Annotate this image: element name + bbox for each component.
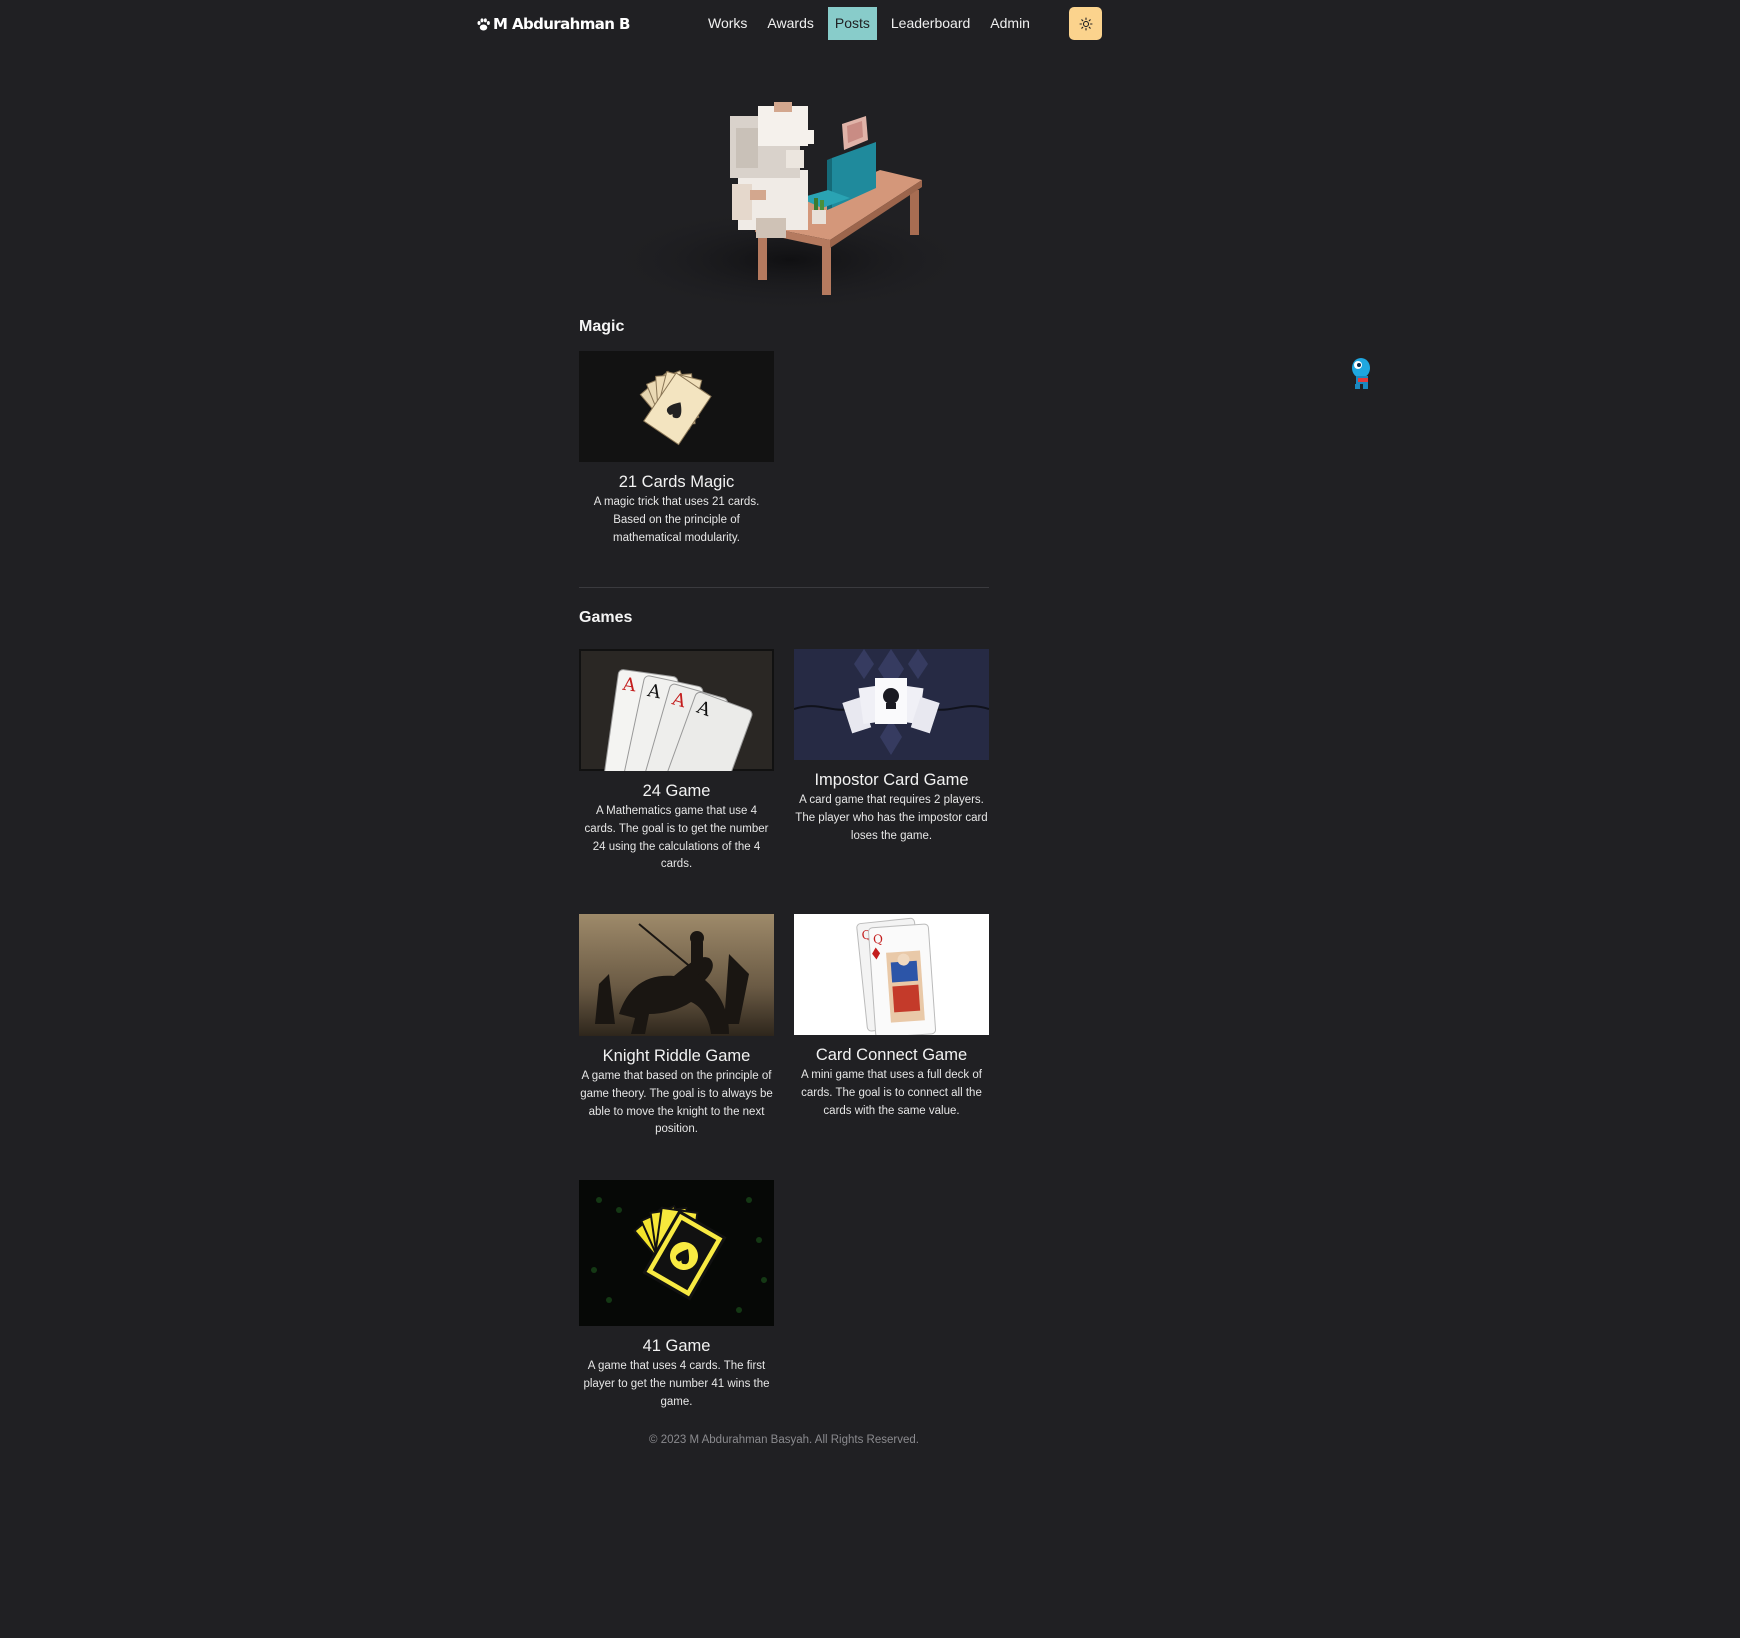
thumbnail-41-game <box>579 1180 774 1326</box>
hero-voxel-illustration <box>560 80 1000 315</box>
footer-copyright: © 2023 M Abdurahman Basyah. All Rights R… <box>649 1434 919 1446</box>
nav-menu: Works Awards Posts Leaderboard Admin <box>698 7 1040 40</box>
thumbnail-21-cards-magic <box>579 351 774 462</box>
thumbnail-knight-riddle-game <box>579 914 774 1036</box>
card-title: Knight Riddle Game <box>602 1047 751 1065</box>
post-card-41-game[interactable]: 41 Game A game that uses 4 cards. The fi… <box>579 1180 774 1411</box>
floating-mascot-icon[interactable] <box>1348 354 1374 392</box>
sun-icon <box>1078 16 1093 31</box>
card-title: Card Connect Game <box>815 1046 968 1064</box>
card-title: 24 Game <box>642 782 711 800</box>
paw-icon <box>477 17 490 30</box>
card-title: 21 Cards Magic <box>618 473 735 491</box>
nav-link-posts[interactable]: Posts <box>827 7 877 40</box>
thumbnail-card-connect-game: Q Q <box>794 914 989 1035</box>
brand-name: M Abdurahman B <box>493 15 630 33</box>
post-card-card-connect-game[interactable]: Q Q Card Connect Game A mini game that u… <box>794 914 989 1120</box>
brand-logo-link[interactable]: M Abdurahman B <box>476 14 630 34</box>
section-title-games: Games <box>579 609 633 626</box>
thumbnail-impostor-card-game <box>794 649 989 760</box>
svg-text:Q: Q <box>873 932 884 947</box>
card-title: Impostor Card Game <box>814 771 969 789</box>
post-card-24-game[interactable]: A A A A 24 Game A Mathematics game that … <box>579 649 774 874</box>
post-card-impostor-card-game[interactable]: Impostor Card Game A card game that requ… <box>794 649 989 845</box>
card-title: 41 Game <box>642 1337 711 1355</box>
card-description: A game that uses 4 cards. The first play… <box>583 1360 770 1408</box>
nav-link-awards[interactable]: Awards <box>757 7 823 40</box>
section-title-magic: Magic <box>579 318 625 335</box>
card-description: A card game that requires 2 players. The… <box>795 794 988 842</box>
post-card-21-cards-magic[interactable]: 21 Cards Magic A magic trick that uses 2… <box>579 351 774 547</box>
card-description: A magic trick that uses 21 cards. Based … <box>593 496 760 544</box>
card-description: A game that based on the principle of ga… <box>580 1070 773 1136</box>
theme-toggle-button[interactable] <box>1069 7 1102 40</box>
card-description: A Mathematics game that use 4 cards. The… <box>584 805 769 871</box>
navbar: M Abdurahman B Works Awards Posts Leader… <box>0 0 1568 48</box>
post-card-knight-riddle-game[interactable]: Knight Riddle Game A game that based on … <box>579 914 774 1139</box>
nav-link-works[interactable]: Works <box>698 7 757 40</box>
nav-link-leaderboard[interactable]: Leaderboard <box>881 7 980 40</box>
card-description: A mini game that uses a full deck of car… <box>801 1069 982 1117</box>
thumbnail-24-game: A A A A <box>579 649 774 771</box>
section-divider <box>579 587 989 588</box>
nav-link-admin[interactable]: Admin <box>980 7 1040 40</box>
